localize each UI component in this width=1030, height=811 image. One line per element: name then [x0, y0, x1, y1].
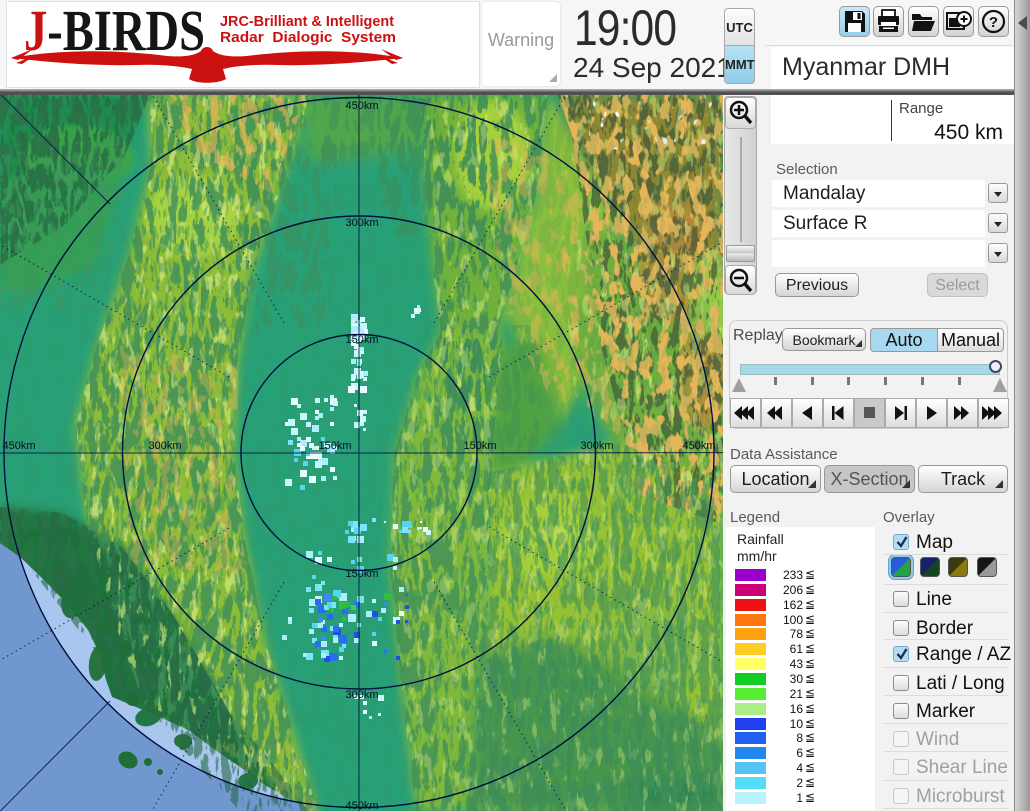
- svg-text:150km: 150km: [318, 440, 351, 452]
- svg-text:450km: 450km: [345, 100, 378, 112]
- svg-text:150km: 150km: [345, 568, 378, 580]
- svg-text:?: ?: [989, 14, 998, 31]
- svg-text:300km: 300km: [345, 217, 378, 229]
- svg-text:450km: 450km: [682, 440, 715, 452]
- svg-text:450km: 450km: [345, 800, 378, 811]
- svg-text:JRC-Brilliant & Intelligent: JRC-Brilliant & Intelligent: [220, 13, 394, 30]
- svg-text:150km: 150km: [463, 440, 496, 452]
- svg-text:Radar Dialogic System: Radar Dialogic System: [220, 29, 396, 46]
- svg-text:150km: 150km: [345, 334, 378, 346]
- svg-text:450km: 450km: [2, 440, 35, 452]
- svg-text:300km: 300km: [148, 440, 181, 452]
- svg-text:300km: 300km: [345, 689, 378, 701]
- svg-text:300km: 300km: [580, 440, 613, 452]
